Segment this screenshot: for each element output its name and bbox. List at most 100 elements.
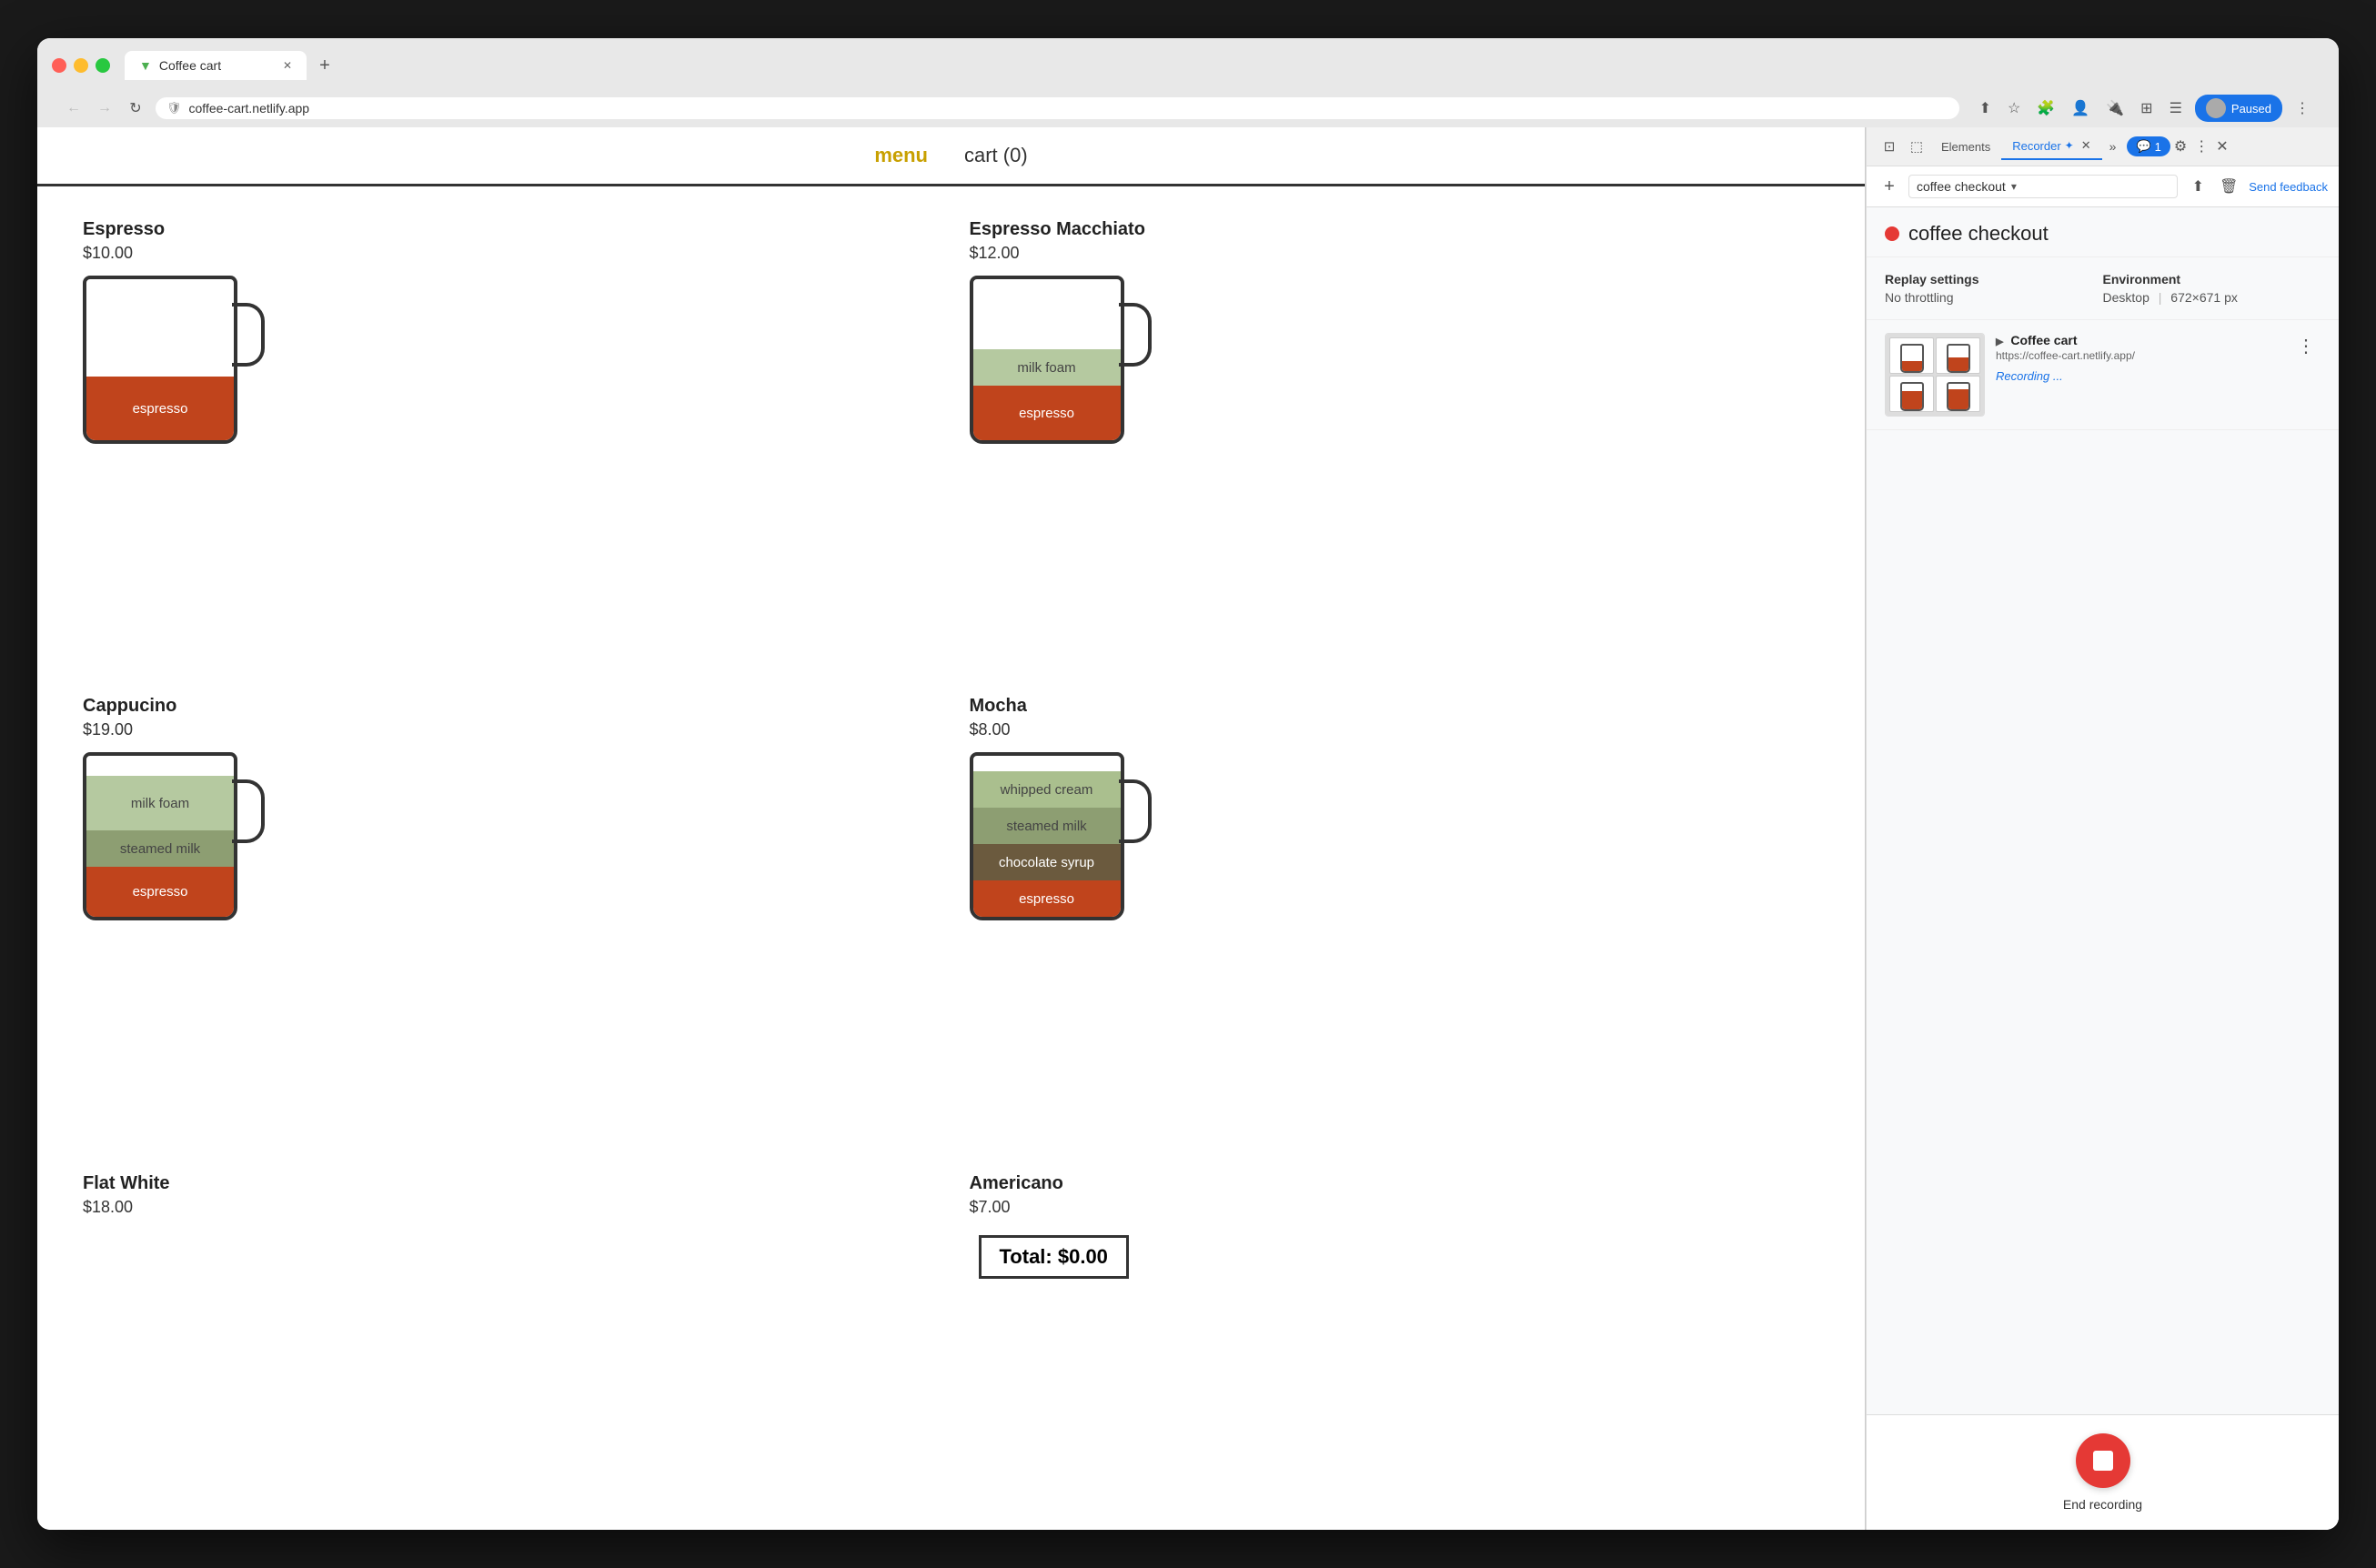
mug-body: espresso (83, 276, 237, 444)
maximize-window-button[interactable] (96, 58, 110, 73)
divider: | (2159, 290, 2162, 305)
tab-elements[interactable]: Elements (1930, 135, 2001, 159)
active-tab[interactable]: ▼ Coffee cart ✕ (125, 51, 307, 80)
chat-button[interactable]: 💬 1 (2127, 136, 2170, 156)
title-bar: ▼ Coffee cart ✕ + (52, 51, 2324, 80)
layer-espresso: espresso (973, 386, 1121, 440)
forward-button[interactable]: → (94, 97, 116, 119)
recorder-tab-close-icon[interactable]: ✕ (2081, 138, 2091, 153)
tab-bar: ▼ Coffee cart ✕ + (125, 51, 339, 80)
mug-layers: milk foam espresso (973, 349, 1121, 440)
extensions-icon: 🧩 (2033, 95, 2059, 121)
coffee-name: Espresso (83, 219, 933, 240)
tab-recorder[interactable]: Recorder ✦ ✕ (2001, 133, 2101, 160)
paused-button[interactable]: Paused (2195, 95, 2282, 122)
list-button[interactable]: ☰ (2166, 95, 2186, 121)
more-tabs-button[interactable]: » (2102, 136, 2124, 157)
throttling-section: Replay settings No throttling (1885, 272, 2103, 305)
cart-nav-link[interactable]: cart (0) (964, 144, 1028, 167)
add-recording-button[interactable]: + (1878, 175, 1901, 198)
coffee-page: menu cart (0) Espresso $10.00 espresso (37, 127, 1866, 1530)
recorder-action-buttons: ⬆ 🗑 (2185, 174, 2241, 199)
mug-body: milk foam steamed milk espresso (83, 752, 237, 920)
recording-title-bar: coffee checkout (1867, 207, 2339, 257)
url-bar[interactable]: 🛡 coffee-cart.netlify.app (156, 97, 1959, 119)
expand-icon: ▶ (1996, 337, 2003, 347)
menu-nav-link[interactable]: menu (874, 144, 928, 167)
environment-section: Environment Desktop | 672×671 px (2103, 272, 2321, 305)
no-throttling-value: No throttling (1885, 290, 2103, 305)
coffee-item-flat-white[interactable]: Flat White $18.00 (65, 1159, 951, 1512)
bookmark-button[interactable]: ☆ (2004, 95, 2024, 121)
delete-button[interactable]: 🗑 (2216, 174, 2241, 199)
chat-count: 1 (2155, 140, 2161, 154)
layer-whipped-cream: whipped cream (973, 771, 1121, 808)
replay-settings-label: Replay settings (1885, 272, 2103, 286)
recording-dropdown-label: coffee checkout (1917, 179, 2006, 194)
address-bar: ← → ↻ 🛡 coffee-cart.netlify.app ⬆ ☆ 🧩 👤 … (52, 89, 2324, 127)
reload-button[interactable]: ↻ (125, 97, 146, 119)
coffee-item-americano[interactable]: Americano $7.00 Total: $0.00 (951, 1159, 1838, 1512)
total-badge: Total: $0.00 (979, 1235, 1129, 1279)
mug-cappucino: milk foam steamed milk espresso (83, 752, 283, 925)
export-button[interactable]: ⬆ (2185, 174, 2210, 199)
layer-espresso: espresso (973, 880, 1121, 917)
mug-body-wrapper: whipped cream steamed milk chocolate syr… (970, 752, 1152, 920)
tab-title: Coffee cart (159, 58, 221, 73)
tab-close-button[interactable]: ✕ (283, 59, 292, 72)
traffic-lights (52, 58, 110, 73)
extensions-button[interactable]: 🔌 (2102, 95, 2128, 121)
thumb-cell-3 (1889, 376, 1934, 412)
mini-mug-2 (1947, 344, 1970, 373)
close-window-button[interactable] (52, 58, 66, 73)
layer-steamed-milk: steamed milk (973, 808, 1121, 844)
layer-espresso: espresso (86, 867, 234, 917)
stop-recording-button[interactable] (2076, 1433, 2130, 1488)
coffee-item-cappucino[interactable]: Cappucino $19.00 milk foam steamed milk … (65, 681, 951, 1158)
environment-label: Environment (2103, 272, 2321, 286)
recording-status-dot (1885, 226, 1899, 241)
coffee-item-espresso[interactable]: Espresso $10.00 espresso (65, 205, 951, 681)
coffee-name: Mocha (970, 696, 1820, 717)
devtools-settings-button[interactable]: ⚙ (2170, 134, 2190, 159)
back-button[interactable]: ← (63, 97, 85, 119)
recording-status-text: Recording ... (1996, 369, 2135, 383)
coffee-item-mocha[interactable]: Mocha $8.00 whipped cream steamed milk c… (951, 681, 1838, 1158)
coffee-name: Americano (970, 1173, 1820, 1194)
share-button[interactable]: ⬆ (1976, 95, 1995, 121)
devtools-kebab-button[interactable]: ⋮ (2190, 134, 2212, 159)
menu-button[interactable]: ⋮ (2291, 95, 2313, 121)
layer-milk-foam: milk foam (86, 776, 234, 830)
mug-handle (232, 303, 265, 367)
devtools-panel: ⊡ ⬚ Elements Recorder ✦ ✕ » 💬 1 ⚙ ⋮ ✕ (1866, 127, 2339, 1530)
entry-kebab-button[interactable]: ⋮ (2291, 333, 2321, 359)
recording-thumbnail (1885, 333, 1985, 417)
coffee-name: Espresso Macchiato (970, 219, 1820, 240)
recorder-tab-label: Recorder (2012, 139, 2060, 153)
coffee-item-espresso-macchiato[interactable]: Espresso Macchiato $12.00 milk foam espr… (951, 205, 1838, 681)
device-toggle-button[interactable]: ⬚ (1903, 133, 1930, 160)
devtools-close-button[interactable]: ✕ (2212, 134, 2231, 159)
recording-entry-title: ▶ Coffee cart (1996, 333, 2135, 347)
inspect-element-button[interactable]: ⊡ (1876, 133, 1903, 160)
mug-handle (1119, 303, 1152, 367)
layer-milk-foam: milk foam (973, 349, 1121, 386)
puzzle-button[interactable]: ⊞ (2137, 95, 2156, 121)
mug-body-wrapper: espresso (83, 276, 265, 444)
mug-layers: whipped cream steamed milk chocolate syr… (973, 771, 1121, 917)
send-feedback-button[interactable]: Send feedback (2249, 180, 2328, 194)
stop-recording-label: End recording (2063, 1497, 2142, 1512)
rec-info-content: ▶ Coffee cart https://coffee-cart.netlif… (1996, 333, 2135, 383)
new-tab-button[interactable]: + (310, 51, 339, 80)
coffee-price: $12.00 (970, 244, 1820, 263)
mini-mug-4 (1947, 382, 1970, 411)
url-shield-icon: 🛡 (166, 101, 182, 116)
chat-icon: 💬 (2136, 139, 2150, 154)
recorder-tab-star-icon: ✦ (2065, 139, 2074, 152)
devtools-toolbar: ⊡ ⬚ Elements Recorder ✦ ✕ » 💬 1 ⚙ ⋮ ✕ (1867, 127, 2339, 166)
minimize-window-button[interactable] (74, 58, 88, 73)
mug-body-wrapper: milk foam espresso (970, 276, 1152, 444)
resolution-label: 672×671 px (2170, 290, 2238, 305)
recording-dropdown[interactable]: coffee checkout ▾ (1908, 175, 2178, 198)
layer-chocolate-syrup: chocolate syrup (973, 844, 1121, 880)
